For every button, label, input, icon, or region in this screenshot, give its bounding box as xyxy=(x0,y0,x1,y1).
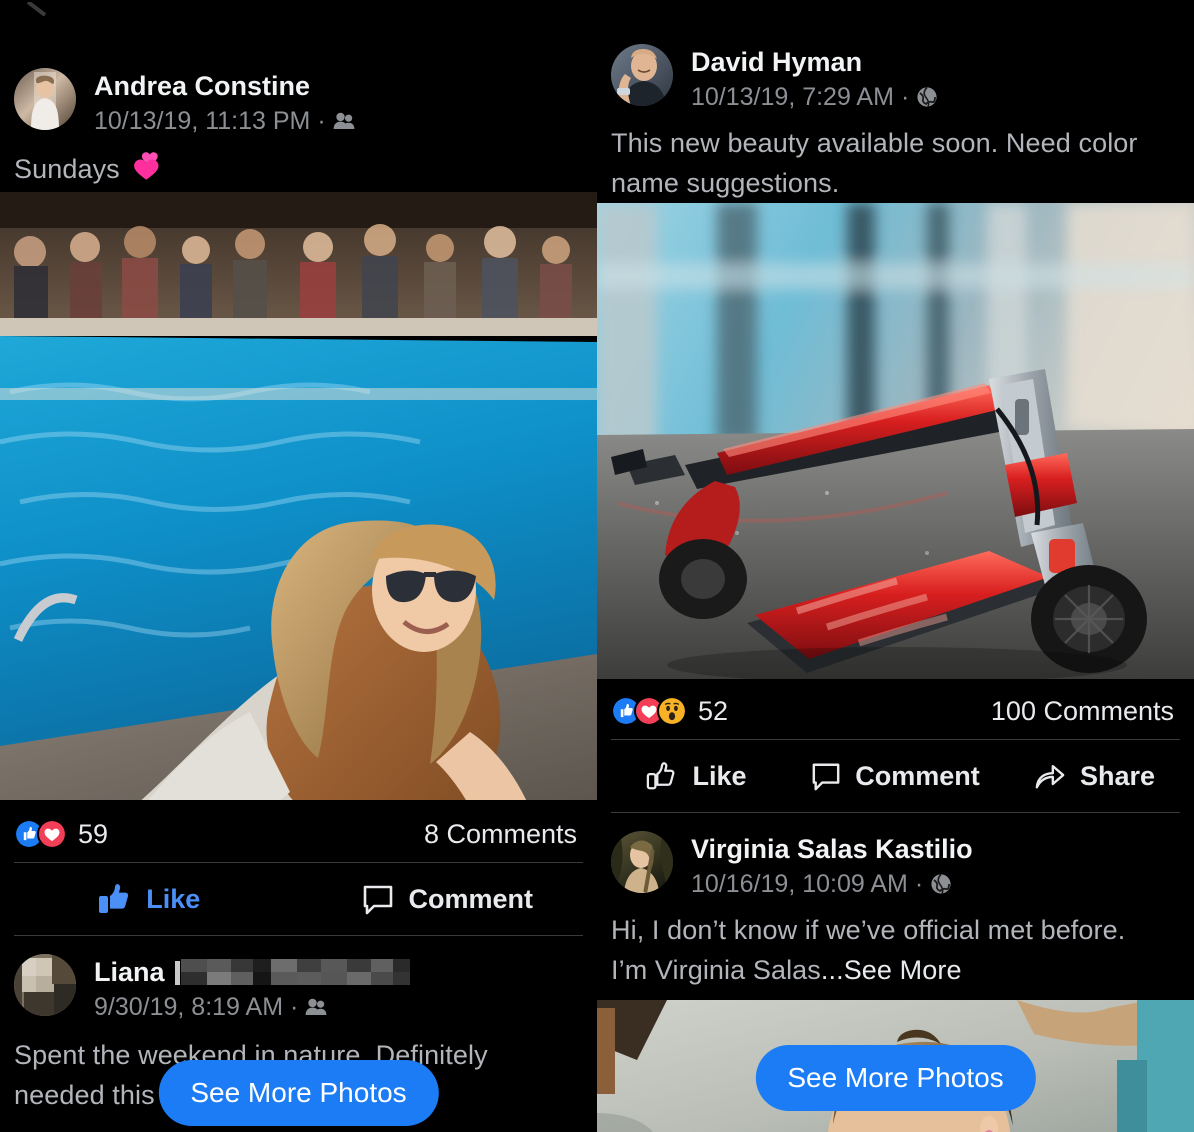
reaction-count: 52 xyxy=(698,696,728,727)
meta-separator: · xyxy=(915,868,923,900)
post-author-name[interactable]: Andrea Constine xyxy=(94,70,355,102)
see-more-photos-button[interactable]: See More Photos xyxy=(158,1060,438,1126)
reaction-count: 59 xyxy=(78,819,108,850)
post-body-text: This new beauty available soon. Need col… xyxy=(597,117,1194,203)
share-button-label: Share xyxy=(1080,761,1155,792)
comment-button[interactable]: Comment xyxy=(796,761,995,792)
globe-public-icon[interactable] xyxy=(930,873,952,895)
post-timestamp[interactable]: 10/16/19, 10:09 AM xyxy=(691,868,908,900)
post-action-bar: Like Comment xyxy=(0,863,597,935)
share-button[interactable]: Share xyxy=(995,761,1194,792)
redacted-last-name xyxy=(175,959,410,985)
right-feed-column: David Hyman 10/13/19, 7:29 AM · This new… xyxy=(597,0,1194,1132)
avatar[interactable] xyxy=(14,68,76,130)
facebook-feed-screenshot: Andrea Constine 10/13/19, 11:13 PM · xyxy=(0,0,1194,1132)
post-author-first-name: Liana xyxy=(94,956,165,988)
avatar[interactable] xyxy=(611,831,673,893)
post-body-label: Sundays xyxy=(14,154,120,184)
thumbs-up-outline-icon xyxy=(646,760,678,792)
reaction-icons xyxy=(14,819,67,849)
like-button-label: Like xyxy=(692,761,746,792)
like-button[interactable]: Like xyxy=(597,760,796,792)
body-truncation-ellipsis: ... xyxy=(821,955,844,985)
post-body-line-1: Hi, I don’t know if we’ve official met b… xyxy=(611,910,1180,950)
post-meta: 10/13/19, 11:13 PM · xyxy=(94,105,355,137)
friends-icon[interactable] xyxy=(333,110,355,132)
left-feed-column: Andrea Constine 10/13/19, 11:13 PM · xyxy=(0,0,597,1132)
globe-public-icon[interactable] xyxy=(916,86,938,108)
reaction-summary[interactable]: 52 xyxy=(611,696,728,727)
reaction-summary-row: 52 100 Comments xyxy=(597,683,1194,739)
love-reaction-icon xyxy=(37,819,67,849)
friends-icon[interactable] xyxy=(305,996,327,1018)
post-body-line-2-text: I’m Virginia Salas xyxy=(611,955,821,985)
comment-bubble-icon xyxy=(362,883,394,915)
post-author-name[interactable]: Virginia Salas Kastilio xyxy=(691,833,973,865)
see-more-link[interactable]: See More xyxy=(844,955,962,985)
avatar[interactable] xyxy=(611,44,673,106)
thumbs-up-filled-icon xyxy=(98,883,132,915)
post-meta: 10/13/19, 7:29 AM · xyxy=(691,81,938,113)
post-meta: 10/16/19, 10:09 AM · xyxy=(691,868,973,900)
post-header-liana: Liana xyxy=(0,954,597,1023)
partial-corner-icon xyxy=(27,2,47,16)
post-header-andrea: Andrea Constine 10/13/19, 11:13 PM · xyxy=(0,68,597,137)
avatar[interactable] xyxy=(14,954,76,1016)
divider-bottom xyxy=(14,935,583,936)
reaction-summary[interactable]: 59 xyxy=(14,819,108,850)
wow-reaction-icon xyxy=(657,696,687,726)
post-author-name[interactable]: David Hyman xyxy=(691,46,938,78)
post-author-name[interactable]: Liana xyxy=(94,956,410,988)
divider-bottom xyxy=(611,812,1180,813)
post-action-bar: Like Comment Share xyxy=(597,740,1194,812)
post-body-text: Sundays xyxy=(0,143,597,192)
like-button[interactable]: Like xyxy=(0,883,299,915)
post-timestamp[interactable]: 9/30/19, 8:19 AM xyxy=(94,991,283,1023)
reaction-summary-row: 59 8 Comments xyxy=(0,806,597,862)
post-header-david: David Hyman 10/13/19, 7:29 AM · xyxy=(597,44,1194,113)
post-meta: 9/30/19, 8:19 AM · xyxy=(94,991,410,1023)
like-button-label: Like xyxy=(146,884,200,915)
post-body-text: Hi, I don’t know if we’ve official met b… xyxy=(597,904,1194,990)
meta-separator: · xyxy=(901,81,909,113)
comment-bubble-icon xyxy=(811,761,841,791)
comment-button-label: Comment xyxy=(855,761,980,792)
comment-button[interactable]: Comment xyxy=(299,883,598,915)
meta-separator: · xyxy=(290,991,298,1023)
share-arrow-icon xyxy=(1034,761,1066,791)
post-photo-scooter[interactable] xyxy=(597,203,1194,679)
post-photo-pool-party[interactable] xyxy=(0,192,597,800)
see-more-photos-button[interactable]: See More Photos xyxy=(755,1045,1035,1111)
reaction-icons xyxy=(611,696,687,726)
two-hearts-emoji xyxy=(131,151,165,192)
comment-button-label: Comment xyxy=(408,884,533,915)
post-header-virginia: Virginia Salas Kastilio 10/16/19, 10:09 … xyxy=(597,831,1194,900)
comment-count[interactable]: 100 Comments xyxy=(991,696,1174,727)
post-timestamp[interactable]: 10/13/19, 7:29 AM xyxy=(691,81,894,113)
comment-count[interactable]: 8 Comments xyxy=(424,819,577,850)
post-body-line-2: I’m Virginia Salas...See More xyxy=(611,950,1180,990)
post-timestamp[interactable]: 10/13/19, 11:13 PM xyxy=(94,105,310,137)
meta-separator: · xyxy=(317,105,325,137)
